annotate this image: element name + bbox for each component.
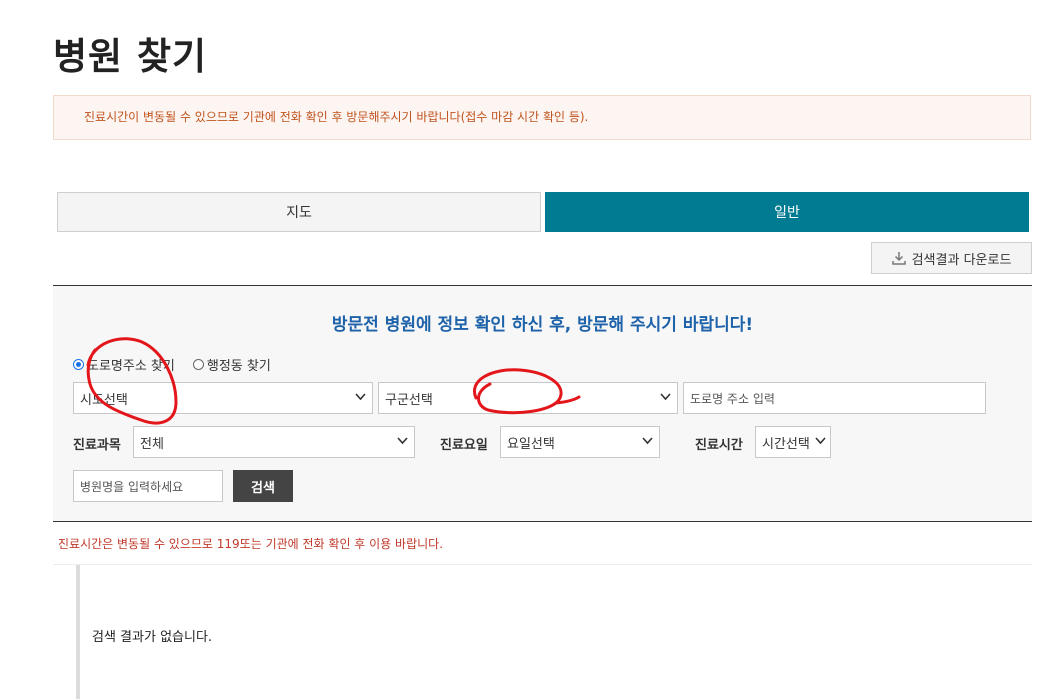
tab-general[interactable]: 일반: [545, 192, 1029, 232]
road-address-input[interactable]: 도로명 주소 입력: [683, 382, 986, 414]
road-address-placeholder: 도로명 주소 입력: [690, 391, 775, 406]
notice-banner: 진료시간이 변동될 수 있으므로 기관에 전화 확인 후 방문해주시기 바랍니다…: [53, 95, 1031, 140]
download-icon: [891, 251, 906, 265]
radio-unchecked-icon: [192, 359, 204, 370]
day-select-value: 요일선택: [507, 436, 555, 452]
department-select-value: 전체: [140, 436, 164, 452]
tab-general-label: 일반: [774, 205, 800, 221]
sido-select-value: 시도선택: [80, 392, 128, 408]
search-panel: 방문전 병원에 정보 확인 하신 후, 방문해 주시기 바랍니다! 도로명주소 …: [53, 285, 1032, 522]
road-address-radio[interactable]: 도로명주소 찾기: [73, 355, 175, 374]
tab-map-label: 지도: [286, 205, 312, 221]
chevron-down-icon: [660, 393, 671, 401]
radio-checked-icon: [73, 359, 84, 370]
hospital-name-input[interactable]: 병원명을 입력하세요: [73, 470, 223, 502]
department-select[interactable]: 전체: [133, 426, 415, 458]
warning-text: 진료시간은 변동될 수 있으므로 119또는 기관에 전화 확인 후 이용 바랍…: [58, 537, 444, 551]
admin-dong-radio[interactable]: 행정동 찾기: [192, 355, 271, 374]
page-title: 병원 찾기: [53, 35, 208, 78]
search-heading: 방문전 병원에 정보 확인 하신 후, 방문해 주시기 바랍니다!: [331, 315, 754, 335]
tab-map[interactable]: 지도: [57, 192, 541, 232]
address-mode-group: 도로명주소 찾기 행정동 찾기: [73, 355, 289, 374]
road-address-radio-label: 도로명주소 찾기: [87, 359, 175, 374]
gugun-select-value: 구군선택: [385, 392, 433, 408]
chevron-down-icon: [355, 393, 366, 401]
chevron-down-icon: [397, 437, 408, 445]
search-button[interactable]: 검색: [233, 470, 293, 502]
gugun-select[interactable]: 구군선택: [378, 382, 678, 414]
admin-dong-radio-label: 행정동 찾기: [206, 359, 271, 374]
time-select-value: 시간선택: [762, 436, 810, 452]
chevron-down-icon: [815, 437, 826, 445]
download-label: 검색결과 다운로드: [911, 252, 1012, 268]
download-results-button[interactable]: 검색결과 다운로드: [871, 242, 1032, 274]
time-label: 진료시간: [695, 438, 743, 453]
hospital-name-placeholder: 병원명을 입력하세요: [80, 479, 184, 494]
result-area: 검색 결과가 없습니다.: [76, 565, 1032, 699]
chevron-down-icon: [642, 437, 653, 445]
department-label: 진료과목: [73, 438, 121, 453]
sido-select[interactable]: 시도선택: [73, 382, 373, 414]
time-select[interactable]: 시간선택: [755, 426, 831, 458]
empty-result-message: 검색 결과가 없습니다.: [92, 630, 213, 645]
day-select[interactable]: 요일선택: [500, 426, 660, 458]
day-label: 진료요일: [440, 438, 488, 453]
